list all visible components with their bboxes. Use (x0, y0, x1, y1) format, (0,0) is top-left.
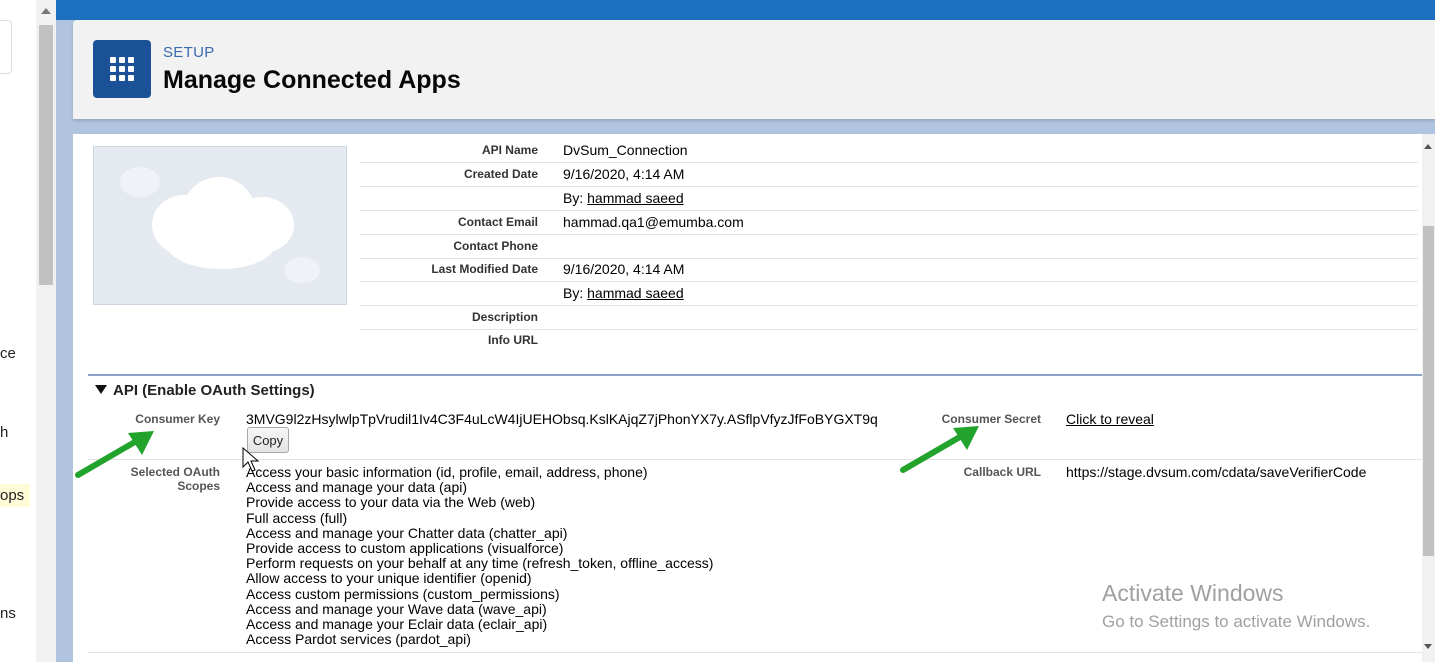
activation-watermark-title: Activate Windows (1102, 580, 1284, 606)
field-value: By: hammad saeed (563, 190, 684, 206)
green-arrow-icon (900, 426, 979, 473)
modified-by-link[interactable]: hammad saeed (587, 285, 684, 301)
collapse-triangle-icon[interactable] (95, 385, 107, 394)
detail-row-info-url: Info URL (360, 329, 1418, 352)
nav-item-fragment[interactable]: ns (0, 605, 16, 622)
detail-row-created-by: By: hammad saeed (360, 187, 1418, 211)
field-label: Description (471, 310, 538, 324)
by-prefix: By: (563, 190, 584, 206)
scope-item: Access and manage your data (api) (246, 479, 468, 496)
detail-row-api-name: API Name DvSum_Connection (360, 139, 1418, 163)
scope-item: Provide access to your data via the Web … (246, 494, 536, 511)
scroll-up-icon[interactable] (41, 8, 51, 14)
field-label: Contact Email (457, 215, 538, 229)
created-by-link[interactable]: hammad saeed (587, 190, 684, 206)
field-label: Created Date (463, 167, 538, 181)
nav-item-fragment[interactable]: h (0, 424, 8, 441)
main-area: SETUP Manage Connected Apps API Name DvS… (56, 0, 1435, 662)
detail-row-contact-email: Contact Email hammad.qa1@emumba.com (360, 211, 1418, 235)
detail-row-contact-phone: Contact Phone (360, 235, 1418, 259)
scope-item: Access your basic information (id, profi… (246, 464, 648, 480)
by-prefix: By: (563, 285, 584, 301)
field-value: 9/16/2020, 4:14 AM (563, 166, 685, 182)
page-title: Manage Connected Apps (163, 66, 461, 94)
scope-item: Access and manage your Eclair data (ecla… (246, 616, 548, 633)
consumer-key-label: Consumer Key (135, 412, 220, 426)
field-value: hammad.qa1@emumba.com (563, 214, 744, 230)
scope-item: Perform requests on your behalf at any t… (246, 555, 714, 572)
section-title: API (Enable OAuth Settings) (113, 382, 315, 399)
activation-watermark-subtitle: Go to Settings to activate Windows. (1102, 612, 1371, 631)
row-divider (88, 459, 1422, 460)
consumer-key-value: 3MVG9l2zHsylwlpTpVrudil1Iv4C3F4uLcW4IjUE… (246, 411, 878, 427)
apps-grid-icon (93, 40, 151, 98)
row-divider (88, 652, 1422, 653)
nav-item-fragment[interactable]: ce (0, 345, 16, 362)
detail-row-last-modified: Last Modified Date 9/16/2020, 4:14 AM (360, 258, 1418, 282)
app-logo (93, 146, 347, 305)
field-value: By: hammad saeed (563, 285, 684, 301)
page-eyebrow: SETUP (163, 44, 215, 61)
field-label: Last Modified Date (431, 262, 538, 276)
scope-item: Access Pardot services (pardot_api) (246, 631, 471, 648)
quick-find-input[interactable] (0, 20, 12, 74)
detail-row-modified-by: By: hammad saeed (360, 282, 1418, 306)
api-section-header[interactable]: API (Enable OAuth Settings) (95, 382, 315, 399)
field-value: DvSum_Connection (563, 142, 688, 158)
scroll-up-icon[interactable] (1424, 144, 1432, 149)
oauth-scopes-list: Access your basic information (id, profi… (246, 464, 714, 648)
scrollbar-thumb[interactable] (1423, 226, 1434, 556)
page-header: SETUP Manage Connected Apps (73, 20, 1435, 119)
scrollbar-thumb[interactable] (39, 25, 53, 285)
setup-nav-panel: ce h ops ns (0, 0, 36, 662)
nav-scrollbar[interactable] (36, 0, 56, 662)
scope-item: Full access (full) (246, 509, 348, 526)
mouse-cursor-icon (242, 447, 260, 472)
scope-item: Access and manage your Wave data (wave_a… (246, 600, 547, 617)
content-scrollbar[interactable] (1422, 134, 1435, 662)
scope-item: Provide access to custom applications (v… (246, 540, 564, 557)
scope-item: Access custom permissions (custom_permis… (246, 585, 560, 602)
field-label: Info URL (488, 333, 538, 347)
click-to-reveal-link[interactable]: Click to reveal (1066, 411, 1154, 427)
field-label: Contact Phone (453, 239, 538, 253)
nav-item-active[interactable]: ops (0, 484, 31, 507)
section-divider (88, 374, 1422, 376)
scroll-down-icon[interactable] (1424, 644, 1432, 649)
callback-url-value: https://stage.dvsum.com/cdata/saveVerifi… (1066, 464, 1367, 480)
green-arrow-icon (75, 431, 154, 478)
scope-item: Allow access to your unique identifier (… (246, 570, 532, 587)
detail-row-description: Description (360, 306, 1418, 330)
field-value: 9/16/2020, 4:14 AM (563, 261, 685, 277)
field-label: API Name (481, 143, 538, 157)
detail-row-created-date: Created Date 9/16/2020, 4:14 AM (360, 163, 1418, 187)
scope-item: Access and manage your Chatter data (cha… (246, 524, 568, 541)
